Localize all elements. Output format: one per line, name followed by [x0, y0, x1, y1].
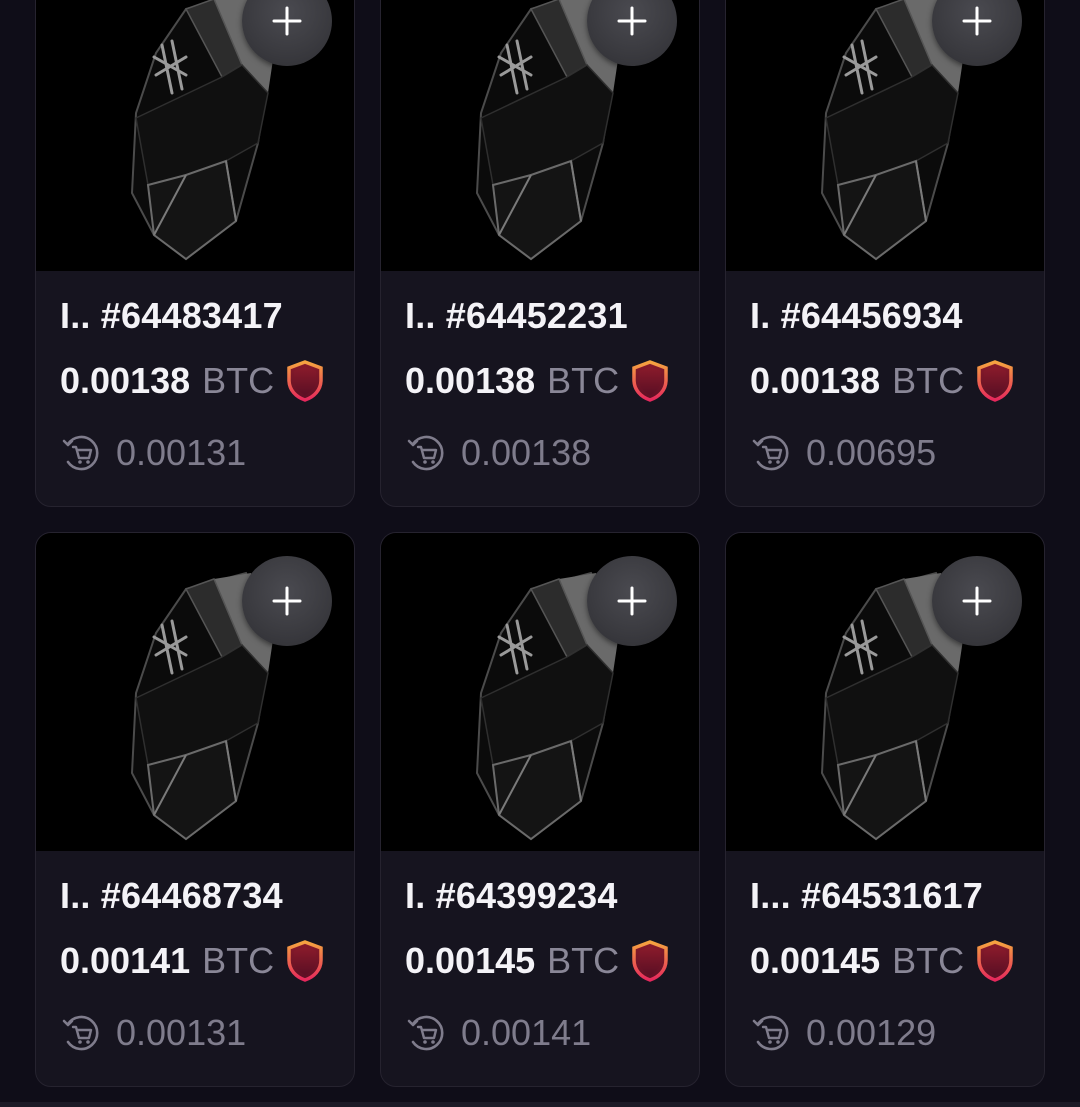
cart-refresh-icon	[750, 432, 792, 474]
listing-title: I... #64531617	[750, 875, 984, 916]
price-row: 0.00145 BTC	[405, 939, 699, 983]
cart-refresh-icon	[60, 1012, 102, 1054]
shield-icon	[286, 940, 324, 982]
currency-label: BTC	[892, 360, 965, 401]
last-sale-row: 0.00695	[750, 431, 1044, 475]
shield-icon	[976, 360, 1014, 402]
listing-price: 0.00138	[750, 360, 881, 401]
listing-price: 0.00138	[60, 360, 191, 401]
listing-info: I.. #64452231 0.00138 BTC 0.00138	[381, 293, 699, 475]
listing-artwork	[381, 0, 699, 271]
last-sale-price: 0.00141	[461, 1012, 592, 1053]
price-row: 0.00138 BTC	[750, 359, 1044, 403]
cart-refresh-icon	[405, 432, 447, 474]
listing-title: I. #64456934	[750, 295, 963, 336]
plus-icon	[962, 586, 992, 616]
price-row: 0.00138 BTC	[60, 359, 354, 403]
plus-icon	[617, 6, 647, 36]
currency-label: BTC	[202, 940, 275, 981]
last-sale-row: 0.00141	[405, 1011, 699, 1055]
currency-label: BTC	[547, 360, 620, 401]
last-sale-price: 0.00129	[806, 1012, 937, 1053]
listing-title: I.. #64452231	[405, 295, 628, 336]
last-sale-row: 0.00138	[405, 431, 699, 475]
listing-info: I.. #64468734 0.00141 BTC 0.00131	[36, 873, 354, 1055]
listings-page: I.. #64483417 0.00138 BTC 0.00131 I.. #6…	[0, 0, 1080, 1107]
last-sale-row: 0.00131	[60, 431, 354, 475]
listing-card[interactable]: I.. #64468734 0.00141 BTC 0.00131	[35, 532, 355, 1087]
listing-card[interactable]: I. #64456934 0.00138 BTC 0.00695	[725, 0, 1045, 507]
listing-info: I. #64456934 0.00138 BTC 0.00695	[726, 293, 1044, 475]
plus-icon	[962, 6, 992, 36]
currency-label: BTC	[547, 940, 620, 981]
listing-artwork	[381, 533, 699, 851]
listing-price: 0.00145	[750, 940, 881, 981]
listing-price: 0.00145	[405, 940, 536, 981]
currency-label: BTC	[892, 940, 965, 981]
listing-artwork	[726, 0, 1044, 271]
shield-icon	[631, 940, 669, 982]
plus-icon	[617, 586, 647, 616]
last-sale-price: 0.00131	[116, 432, 247, 473]
shield-icon	[631, 360, 669, 402]
cart-refresh-icon	[405, 1012, 447, 1054]
listings-grid: I.. #64483417 0.00138 BTC 0.00131 I.. #6…	[35, 0, 1046, 1087]
listing-price: 0.00141	[60, 940, 191, 981]
bottom-divider	[0, 1102, 1080, 1107]
listing-title: I. #64399234	[405, 875, 618, 916]
listing-artwork	[36, 533, 354, 851]
last-sale-row: 0.00129	[750, 1011, 1044, 1055]
last-sale-price: 0.00695	[806, 432, 937, 473]
listing-price: 0.00138	[405, 360, 536, 401]
last-sale-price: 0.00131	[116, 1012, 247, 1053]
last-sale-price: 0.00138	[461, 432, 592, 473]
listing-artwork	[36, 0, 354, 271]
add-to-cart-button[interactable]	[242, 556, 332, 646]
plus-icon	[272, 6, 302, 36]
listing-card[interactable]: I... #64531617 0.00145 BTC 0.00129	[725, 532, 1045, 1087]
last-sale-row: 0.00131	[60, 1011, 354, 1055]
cart-refresh-icon	[750, 1012, 792, 1054]
plus-icon	[272, 586, 302, 616]
listing-info: I. #64399234 0.00145 BTC 0.00141	[381, 873, 699, 1055]
add-to-cart-button[interactable]	[932, 556, 1022, 646]
currency-label: BTC	[202, 360, 275, 401]
listing-card[interactable]: I. #64399234 0.00145 BTC 0.00141	[380, 532, 700, 1087]
listing-info: I.. #64483417 0.00138 BTC 0.00131	[36, 293, 354, 475]
listing-card[interactable]: I.. #64452231 0.00138 BTC 0.00138	[380, 0, 700, 507]
price-row: 0.00145 BTC	[750, 939, 1044, 983]
listing-artwork	[726, 533, 1044, 851]
add-to-cart-button[interactable]	[587, 556, 677, 646]
cart-refresh-icon	[60, 432, 102, 474]
price-row: 0.00141 BTC	[60, 939, 354, 983]
shield-icon	[286, 360, 324, 402]
shield-icon	[976, 940, 1014, 982]
listing-card[interactable]: I.. #64483417 0.00138 BTC 0.00131	[35, 0, 355, 507]
price-row: 0.00138 BTC	[405, 359, 699, 403]
listing-title: I.. #64483417	[60, 295, 283, 336]
listing-title: I.. #64468734	[60, 875, 283, 916]
listing-info: I... #64531617 0.00145 BTC 0.00129	[726, 873, 1044, 1055]
